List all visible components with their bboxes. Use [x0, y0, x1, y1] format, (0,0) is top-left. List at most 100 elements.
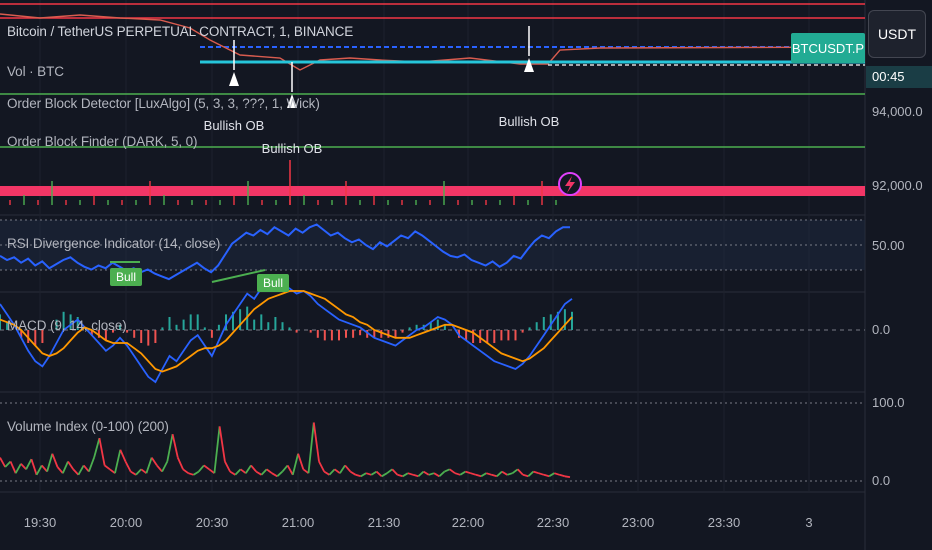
price-axis-label: 94,000.0: [872, 104, 923, 119]
volume-index-segment: [459, 470, 466, 476]
volume-index-segment: [161, 461, 169, 473]
volume-index-segment: [213, 426, 221, 474]
volume-index-segment: [35, 464, 43, 476]
volume-index-segment: [198, 464, 205, 473]
volume-index-segment: [397, 473, 403, 478]
volume-index-segment: [234, 468, 242, 476]
volume-index-axis-label: 0.0: [872, 473, 891, 488]
volume-index-segment: [114, 449, 122, 474]
volume-index-segment: [433, 472, 440, 478]
volume-index-segment: [517, 468, 524, 476]
volume-index-segment: [150, 457, 158, 466]
volume-index-segment: [245, 464, 252, 474]
volume-index-segment: [360, 472, 367, 478]
volume-index-pane: [0, 402, 865, 482]
volume-index-segment: [286, 464, 294, 476]
volume-index-segment: [255, 470, 262, 476]
volume-index-segment: [176, 457, 184, 470]
volume-index-segment: [402, 472, 409, 478]
volume-index-segment: [444, 468, 451, 473]
x-tick: 21:30: [367, 515, 401, 530]
rsi-axis-label: 50.00: [872, 238, 905, 253]
volume-index-segment: [291, 453, 299, 476]
volume-index-segment: [166, 434, 174, 462]
volume-index-segment: [344, 464, 352, 473]
macd-pane: [0, 282, 865, 384]
volume-index-segment: [98, 437, 106, 466]
volume-index-segment: [307, 422, 315, 474]
volume-index-segment: [229, 470, 236, 476]
volume-index-segment: [188, 472, 194, 476]
volume-index-segment: [266, 468, 273, 474]
volume-index-segment: [0, 457, 6, 468]
volume-index-segment: [365, 472, 372, 476]
x-tick: 20:00: [109, 515, 143, 530]
volume-index-segment: [240, 468, 247, 474]
currency-button[interactable]: USDT: [868, 10, 926, 58]
volume-index-axis-label: 100.0: [872, 395, 905, 410]
pair-price-badge: BTCUSDT.P: [791, 33, 865, 63]
bullish-ob-label: Bullish OB: [261, 141, 323, 156]
bull-divergence-label: Bull: [110, 268, 143, 286]
volume-index-segment: [533, 470, 539, 475]
volume-legend[interactable]: Vol · BTC: [7, 64, 64, 79]
volume-index-segment: [386, 468, 393, 474]
x-tick: 22:30: [536, 515, 570, 530]
volume-index-segment: [391, 468, 399, 476]
rsi-legend[interactable]: RSI Divergence Indicator (14, close): [7, 236, 220, 251]
volume-index-segment: [412, 473, 419, 478]
volume-index-segment: [250, 464, 257, 473]
volume-index-segment: [130, 470, 137, 476]
volume-index-segment: [93, 437, 101, 458]
volume-index-segment: [339, 464, 346, 474]
volume-index-segment: [496, 470, 503, 477]
volume-index-segment: [480, 472, 487, 478]
volume-index-segment: [491, 473, 498, 478]
bullish-ob-label: Bullish OB: [498, 114, 560, 129]
volume-index-segment: [193, 470, 200, 476]
volume-index-legend[interactable]: Volume Index (0-100) (200): [7, 419, 169, 434]
volume-index-segment: [9, 461, 17, 474]
volume-index-segment: [543, 473, 550, 478]
order-block-finder-legend[interactable]: Order Block Finder (DARK, 5, 0): [7, 134, 198, 149]
volume-index-segment: [475, 473, 482, 478]
volume-index-segment: [465, 470, 471, 475]
volume-index-segment: [297, 453, 305, 470]
volume-index-segment: [56, 466, 64, 474]
volume-index-segment: [417, 470, 425, 477]
x-tick: 23:00: [621, 515, 655, 530]
volume-index-segment: [470, 472, 477, 476]
volume-index-segment: [83, 464, 90, 473]
volume-index-segment: [145, 457, 153, 474]
volume-index-segment: [511, 468, 519, 474]
volume-index-segment: [328, 468, 336, 476]
volume-index-segment: [61, 461, 69, 474]
volume-index-segment: [323, 470, 330, 476]
volume-index-segment: [501, 470, 508, 476]
volume-index-segment: [182, 468, 189, 474]
order-block-detector-legend[interactable]: Order Block Detector [LuxAlgo] (5, 3, 3,…: [7, 96, 320, 111]
volume-index-segment: [407, 472, 414, 476]
volume-index-segment: [276, 470, 284, 477]
volume-index-segment: [218, 426, 226, 462]
volume-index-segment: [454, 472, 461, 476]
volume-index-segment: [88, 457, 95, 472]
volume-index-segment: [423, 470, 430, 476]
volume-index-segment: [140, 468, 147, 474]
volume-index-segment: [548, 472, 555, 478]
volume-index-segment: [171, 434, 179, 458]
macd-axis-label: 0.0: [872, 322, 891, 337]
macd-legend[interactable]: MACD (9, 14, close): [7, 318, 127, 333]
volume-index-segment: [135, 468, 142, 476]
order-block-zone: [0, 186, 865, 196]
x-tick: 20:30: [195, 515, 229, 530]
volume-index-segment: [41, 464, 48, 473]
volume-index-segment: [203, 464, 210, 471]
symbol-title[interactable]: Bitcoin / TetherUS PERPETUAL CONTRACT, 1…: [7, 24, 353, 39]
volume-index-segment: [538, 472, 545, 476]
volume-index-segment: [522, 473, 529, 478]
volume-index-segment: [281, 464, 289, 473]
x-tick: 19:30: [23, 515, 57, 530]
bullish-ob-label: Bullish OB: [203, 118, 265, 133]
volume-index-segment: [119, 449, 127, 462]
